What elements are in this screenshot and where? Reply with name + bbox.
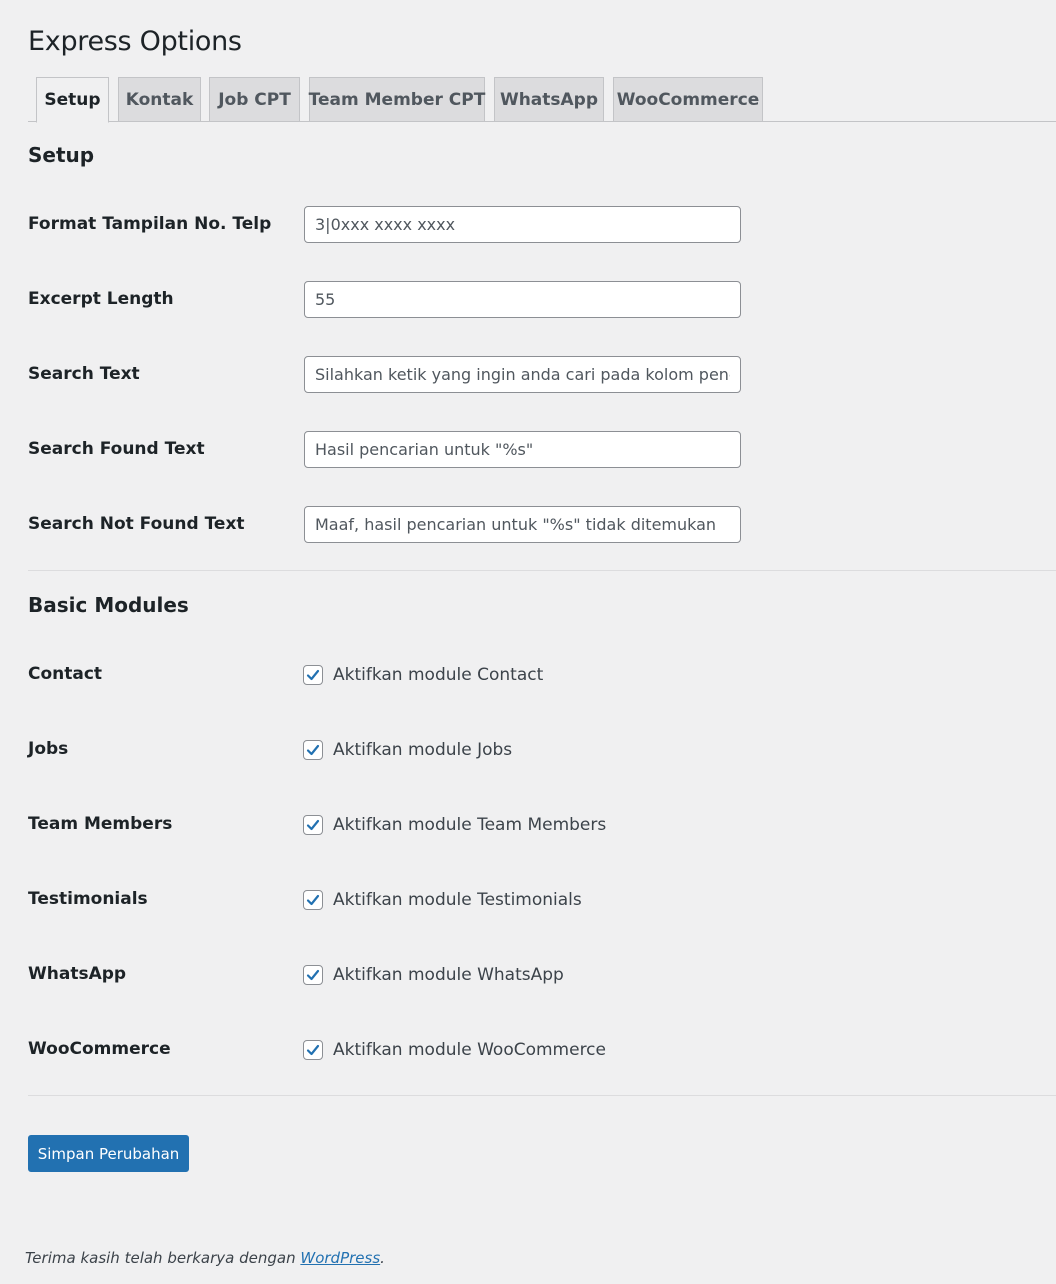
module-testimonials-checkbox[interactable]	[303, 890, 323, 910]
footer-message: Terima kasih telah berkarya dengan	[25, 1249, 301, 1267]
module-whatsapp-checkbox[interactable]	[303, 965, 323, 985]
page-title: Express Options	[28, 26, 242, 57]
search-found-text-input[interactable]	[304, 431, 741, 468]
module-woocommerce-checkbox[interactable]	[303, 1040, 323, 1060]
module-contact-label: Contact	[28, 664, 103, 684]
module-jobs-label: Jobs	[28, 739, 69, 759]
modules-section-title: Basic Modules	[28, 593, 189, 617]
excerpt-length-input[interactable]	[304, 281, 741, 318]
section-divider	[28, 570, 1056, 571]
phone-format-label: Format Tampilan No. Telp	[28, 214, 272, 234]
tab-team-member-cpt[interactable]: Team Member CPT	[309, 77, 485, 122]
search-text-label: Search Text	[28, 364, 140, 384]
tab-whatsapp[interactable]: WhatsApp	[494, 77, 604, 122]
module-contact-checkbox-label[interactable]: Aktifkan module Contact	[333, 665, 543, 685]
module-woocommerce-label: WooCommerce	[28, 1039, 171, 1059]
tab-woocommerce[interactable]: WooCommerce	[613, 77, 763, 122]
footer-suffix: .	[380, 1249, 385, 1267]
wordpress-link[interactable]: WordPress	[300, 1249, 380, 1267]
module-team-members-checkbox-row: Aktifkan module Team Members	[303, 815, 606, 835]
search-not-found-text-label: Search Not Found Text	[28, 514, 245, 534]
module-testimonials-label: Testimonials	[28, 889, 148, 909]
module-jobs-checkbox[interactable]	[303, 740, 323, 760]
search-text-input[interactable]	[304, 356, 741, 393]
module-jobs-checkbox-label[interactable]: Aktifkan module Jobs	[333, 740, 512, 760]
module-testimonials-checkbox-label[interactable]: Aktifkan module Testimonials	[333, 890, 582, 910]
module-team-members-checkbox-label[interactable]: Aktifkan module Team Members	[333, 815, 606, 835]
search-found-text-label: Search Found Text	[28, 439, 205, 459]
module-contact-checkbox[interactable]	[303, 665, 323, 685]
setup-section-title: Setup	[28, 143, 95, 167]
module-whatsapp-checkbox-row: Aktifkan module WhatsApp	[303, 965, 564, 985]
module-team-members-label: Team Members	[28, 814, 173, 834]
checkmark-icon	[306, 969, 320, 981]
checkmark-icon	[306, 744, 320, 756]
module-testimonials-checkbox-row: Aktifkan module Testimonials	[303, 890, 582, 910]
tab-bar: Setup Kontak Job CPT Team Member CPT Wha…	[28, 77, 1056, 123]
save-changes-button[interactable]: Simpan Perubahan	[28, 1135, 189, 1172]
module-woocommerce-checkbox-label[interactable]: Aktifkan module WooCommerce	[333, 1040, 606, 1060]
module-woocommerce-checkbox-row: Aktifkan module WooCommerce	[303, 1040, 606, 1060]
checkmark-icon	[306, 1044, 320, 1056]
module-team-members-checkbox[interactable]	[303, 815, 323, 835]
tab-job-cpt[interactable]: Job CPT	[209, 77, 300, 122]
checkmark-icon	[306, 894, 320, 906]
module-contact-checkbox-row: Aktifkan module Contact	[303, 665, 543, 685]
module-whatsapp-label: WhatsApp	[28, 964, 127, 984]
tab-setup[interactable]: Setup	[36, 77, 109, 123]
search-not-found-text-input[interactable]	[304, 506, 741, 543]
excerpt-length-label: Excerpt Length	[28, 289, 174, 309]
phone-format-input[interactable]	[304, 206, 741, 243]
footer-text: Terima kasih telah berkarya dengan WordP…	[25, 1249, 385, 1267]
module-whatsapp-checkbox-label[interactable]: Aktifkan module WhatsApp	[333, 965, 564, 985]
checkmark-icon	[306, 669, 320, 681]
tab-kontak[interactable]: Kontak	[118, 77, 201, 122]
checkmark-icon	[306, 819, 320, 831]
section-divider	[28, 1095, 1056, 1096]
module-jobs-checkbox-row: Aktifkan module Jobs	[303, 740, 512, 760]
